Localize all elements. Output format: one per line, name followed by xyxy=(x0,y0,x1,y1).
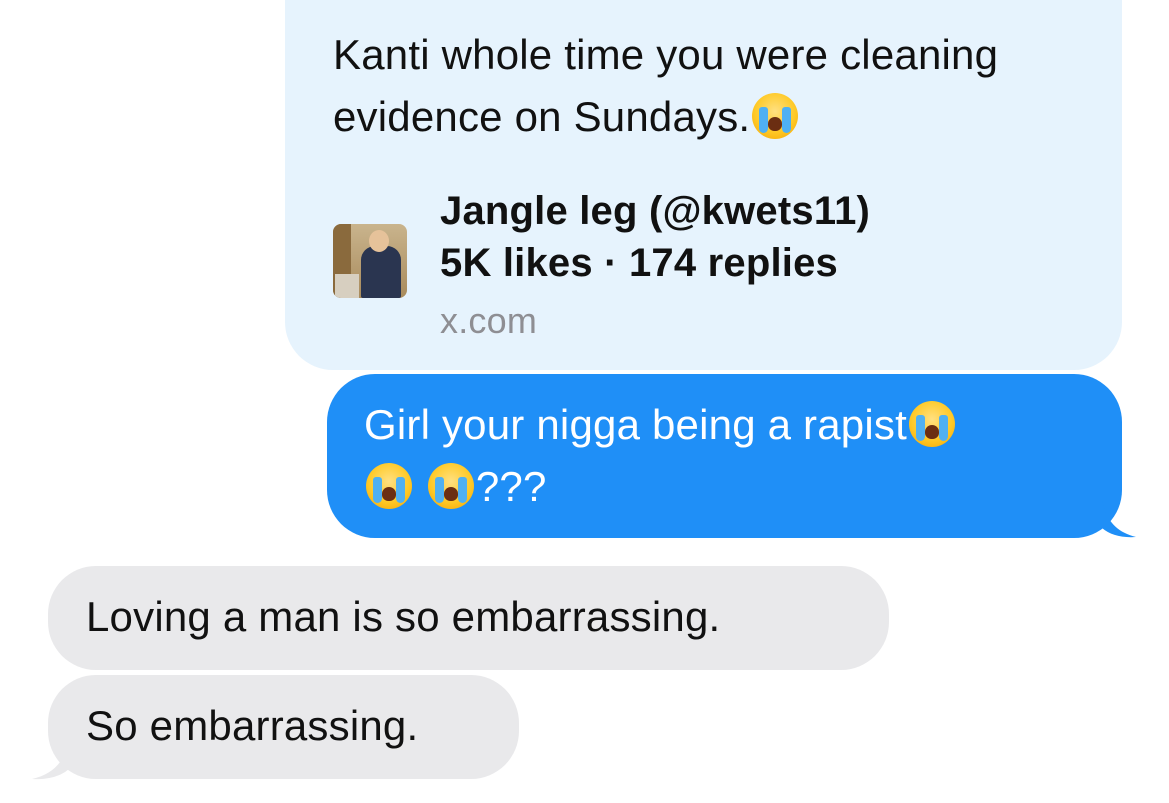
link-stats: 5K likes · 174 replies xyxy=(440,241,838,285)
message-text: So embarrassing. xyxy=(86,702,419,749)
received-bubble-tail xyxy=(32,738,70,780)
link-preview-card[interactable]: Jangle leg (@kwets11) 5K likes · 174 rep… xyxy=(333,180,1093,350)
message-line-1: Girl your nigga being a rapist xyxy=(364,394,1086,456)
message-text: Kanti whole time you were cleaning evide… xyxy=(333,31,999,140)
loudly-crying-face-icon xyxy=(427,463,474,509)
received-message[interactable]: Loving a man is so embarrassing. xyxy=(48,566,889,670)
link-preview-message[interactable]: Kanti whole time you were cleaning evide… xyxy=(285,0,1122,370)
sent-bubble-tail xyxy=(1102,500,1136,538)
speaker-at-podium-thumbnail xyxy=(333,224,407,298)
received-message[interactable]: So embarrassing. xyxy=(48,675,519,779)
message-text: Loving a man is so embarrassing. xyxy=(86,593,721,640)
sent-message[interactable]: Girl your nigga being a rapist ??? xyxy=(327,374,1122,538)
link-domain: x.com xyxy=(440,300,538,341)
loudly-crying-face-icon xyxy=(752,93,799,139)
loudly-crying-face-icon xyxy=(366,463,412,509)
message-line-2: ??? xyxy=(364,456,1086,518)
loudly-crying-face-icon xyxy=(908,401,955,447)
